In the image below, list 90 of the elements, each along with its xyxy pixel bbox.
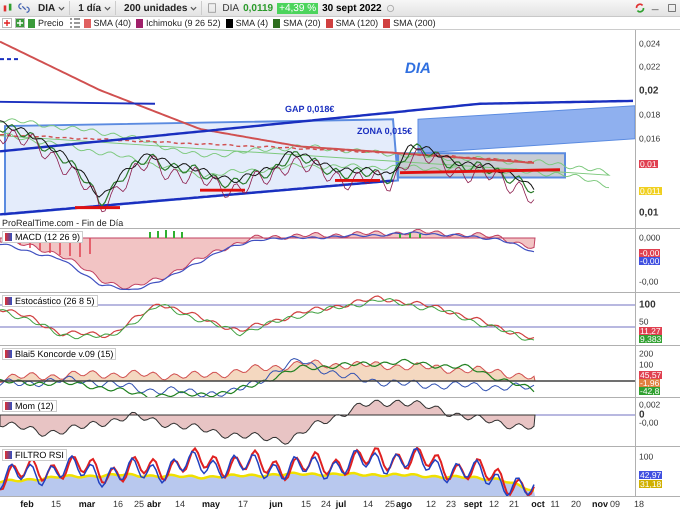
axis-label: -0,00 bbox=[639, 278, 658, 286]
axis-label: -0,00 bbox=[639, 418, 658, 428]
axis-label: 15 bbox=[301, 499, 311, 510]
add-button[interactable] bbox=[2, 18, 12, 28]
support-line bbox=[335, 178, 380, 182]
axis-label: 0,018 bbox=[639, 110, 660, 120]
value-tag: -0,00 bbox=[639, 249, 660, 257]
axis-label: abr bbox=[147, 499, 161, 510]
list-icon[interactable] bbox=[68, 17, 81, 29]
legend-item[interactable]: SMA (20) bbox=[283, 18, 321, 28]
ticker-dropdown[interactable]: DIA bbox=[34, 1, 70, 15]
axis-label: 100 bbox=[639, 360, 654, 370]
caret-icon bbox=[190, 6, 198, 10]
indicator-label[interactable]: Mom (12) bbox=[2, 400, 57, 412]
legend-item[interactable]: SMA (200) bbox=[393, 18, 436, 28]
candlestick-icon[interactable] bbox=[2, 2, 14, 14]
source-label: ProRealTime.com - Fin de Día bbox=[2, 218, 124, 228]
units-dropdown[interactable]: 200 unidades bbox=[120, 1, 202, 15]
axis-label: 0,01 bbox=[639, 208, 658, 218]
axis-label: 0,022 bbox=[639, 62, 660, 72]
axis-label: jun bbox=[269, 499, 283, 510]
indicator-label[interactable]: MACD (12 26 9) bbox=[2, 231, 84, 243]
axis-label: 12 bbox=[489, 499, 499, 510]
caret-icon bbox=[58, 6, 66, 10]
axis-label: 23 bbox=[446, 499, 456, 510]
gap-label: GAP 0,018€ bbox=[285, 104, 334, 114]
axis-label: 12 bbox=[426, 499, 436, 510]
value-tag: -1,96 bbox=[639, 379, 660, 387]
dashed-line bbox=[0, 58, 20, 60]
axis-label: 25 bbox=[385, 499, 395, 510]
timeframe-dropdown[interactable]: 1 día bbox=[74, 1, 116, 15]
quote-date: 30 sept 2022 bbox=[322, 2, 382, 14]
axis-label: 200 bbox=[639, 350, 654, 358]
axis-label: 17 bbox=[238, 499, 248, 510]
legend-item[interactable]: SMA (40) bbox=[94, 18, 132, 28]
axis-label: 0,02 bbox=[639, 86, 658, 96]
value-tag: 42,97 bbox=[639, 471, 662, 479]
axis-label: 09 bbox=[610, 499, 620, 510]
legend-item[interactable]: SMA (4) bbox=[236, 18, 268, 28]
axis-label: 25 bbox=[134, 499, 144, 510]
value-tag: -42,8 bbox=[639, 387, 660, 395]
support-line bbox=[200, 188, 245, 192]
axis-label: 100 bbox=[639, 452, 654, 462]
value-tag: 0,01 bbox=[639, 160, 658, 168]
axis-label: 20 bbox=[571, 499, 581, 510]
quote-price: 0,0119 bbox=[243, 2, 274, 14]
axis-label: 0,000 bbox=[639, 234, 660, 242]
axis-label: 11 bbox=[550, 499, 560, 510]
legend-item[interactable]: SMA (120) bbox=[336, 18, 378, 28]
axis-label: 21 bbox=[509, 499, 519, 510]
legend-item[interactable]: Precio bbox=[38, 18, 64, 28]
axis-label: nov bbox=[592, 499, 608, 510]
indicator-label[interactable]: Blai5 Koncorde v.09 (15) bbox=[2, 348, 116, 360]
axis-label: feb bbox=[20, 499, 34, 510]
axis-label: 0,016 bbox=[639, 134, 660, 144]
value-tag: 9,383 bbox=[639, 335, 662, 343]
support-line bbox=[75, 206, 120, 210]
refresh-icon[interactable] bbox=[634, 2, 646, 14]
caret-icon bbox=[104, 6, 112, 10]
chart-title: DIA bbox=[405, 60, 431, 77]
indicator-label[interactable]: FILTRO RSI bbox=[2, 449, 67, 461]
axis-label: 100 bbox=[639, 300, 656, 310]
add-indicator-button[interactable] bbox=[15, 18, 25, 28]
axis-label: may bbox=[202, 499, 220, 510]
axis-label: 14 bbox=[175, 499, 185, 510]
axis-label: mar bbox=[78, 499, 96, 510]
value-tag: 0,011 bbox=[639, 187, 662, 195]
legend-item[interactable]: Ichimoku (9 26 52) bbox=[146, 18, 221, 28]
axis-label: 16 bbox=[113, 499, 123, 510]
axis-label: sept bbox=[464, 499, 482, 510]
maximize-icon[interactable] bbox=[666, 2, 678, 14]
value-tag: 45,57 bbox=[639, 371, 662, 379]
price-change-badge: +4,39 % bbox=[277, 2, 318, 14]
quote-name: DIA bbox=[222, 2, 240, 14]
axis-label: 14 bbox=[363, 499, 373, 510]
value-tag: 31,18 bbox=[639, 480, 662, 488]
axis-label: 0,002 bbox=[639, 400, 660, 410]
axis-label: 0 bbox=[639, 410, 645, 420]
axis-label: jul bbox=[336, 499, 346, 510]
axis-label: 50 bbox=[639, 318, 648, 326]
axis-label: 15 bbox=[51, 499, 61, 510]
axis-label: 0,024 bbox=[639, 40, 660, 48]
indicator-label[interactable]: Estocástico (26 8 5) bbox=[2, 295, 98, 307]
value-tag: -0,00 bbox=[639, 257, 660, 265]
axis-label: ago bbox=[396, 499, 412, 510]
value-tag: 11,27 bbox=[639, 327, 662, 335]
link-icon[interactable] bbox=[18, 2, 30, 14]
axis-label: 24 bbox=[321, 499, 331, 510]
axis-label: oct bbox=[531, 499, 545, 510]
axis-label: 18 bbox=[634, 499, 644, 510]
